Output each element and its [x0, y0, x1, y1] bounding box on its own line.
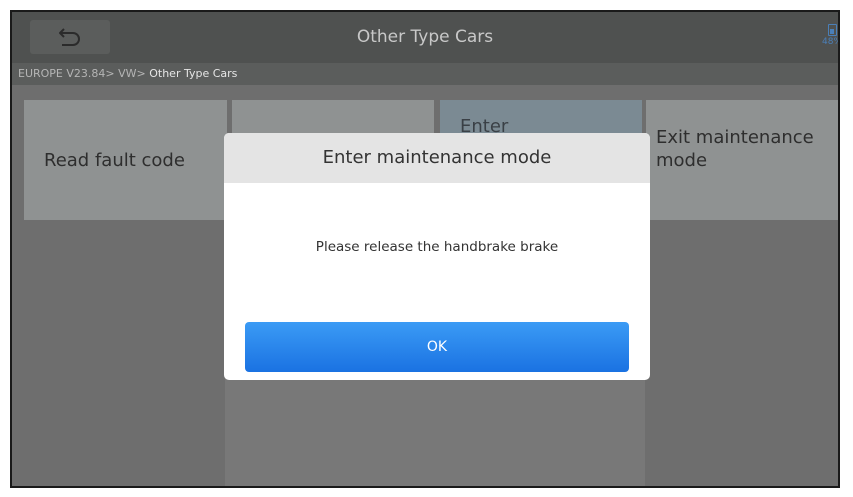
- battery-percent: 48%: [822, 37, 838, 47]
- maintenance-dialog: Enter maintenance mode Please release th…: [224, 133, 650, 380]
- dialog-message: Please release the handbrake brake: [315, 239, 559, 255]
- page-title: Other Type Cars: [356, 27, 494, 47]
- breadcrumb: EUROPE V23.84> VW> Other Type Cars: [12, 63, 838, 85]
- dialog-title: Enter maintenance mode: [224, 133, 650, 183]
- breadcrumb-path: EUROPE V23.84> VW>: [18, 67, 150, 80]
- back-button[interactable]: [30, 20, 110, 54]
- card-label: Exit maintenance mode: [656, 127, 814, 171]
- ok-button[interactable]: OK: [245, 322, 629, 372]
- breadcrumb-current: Other Type Cars: [149, 67, 238, 80]
- read-fault-code-button[interactable]: Read fault code: [24, 100, 227, 220]
- card-label: Read fault code: [44, 149, 185, 171]
- back-arrow-icon: [59, 28, 80, 46]
- battery-indicator: 48%: [822, 22, 838, 52]
- exit-maintenance-mode-button[interactable]: Exit maintenance mode: [646, 100, 838, 220]
- header-bar: Other Type Cars 48%: [12, 12, 838, 63]
- battery-icon: [828, 24, 837, 36]
